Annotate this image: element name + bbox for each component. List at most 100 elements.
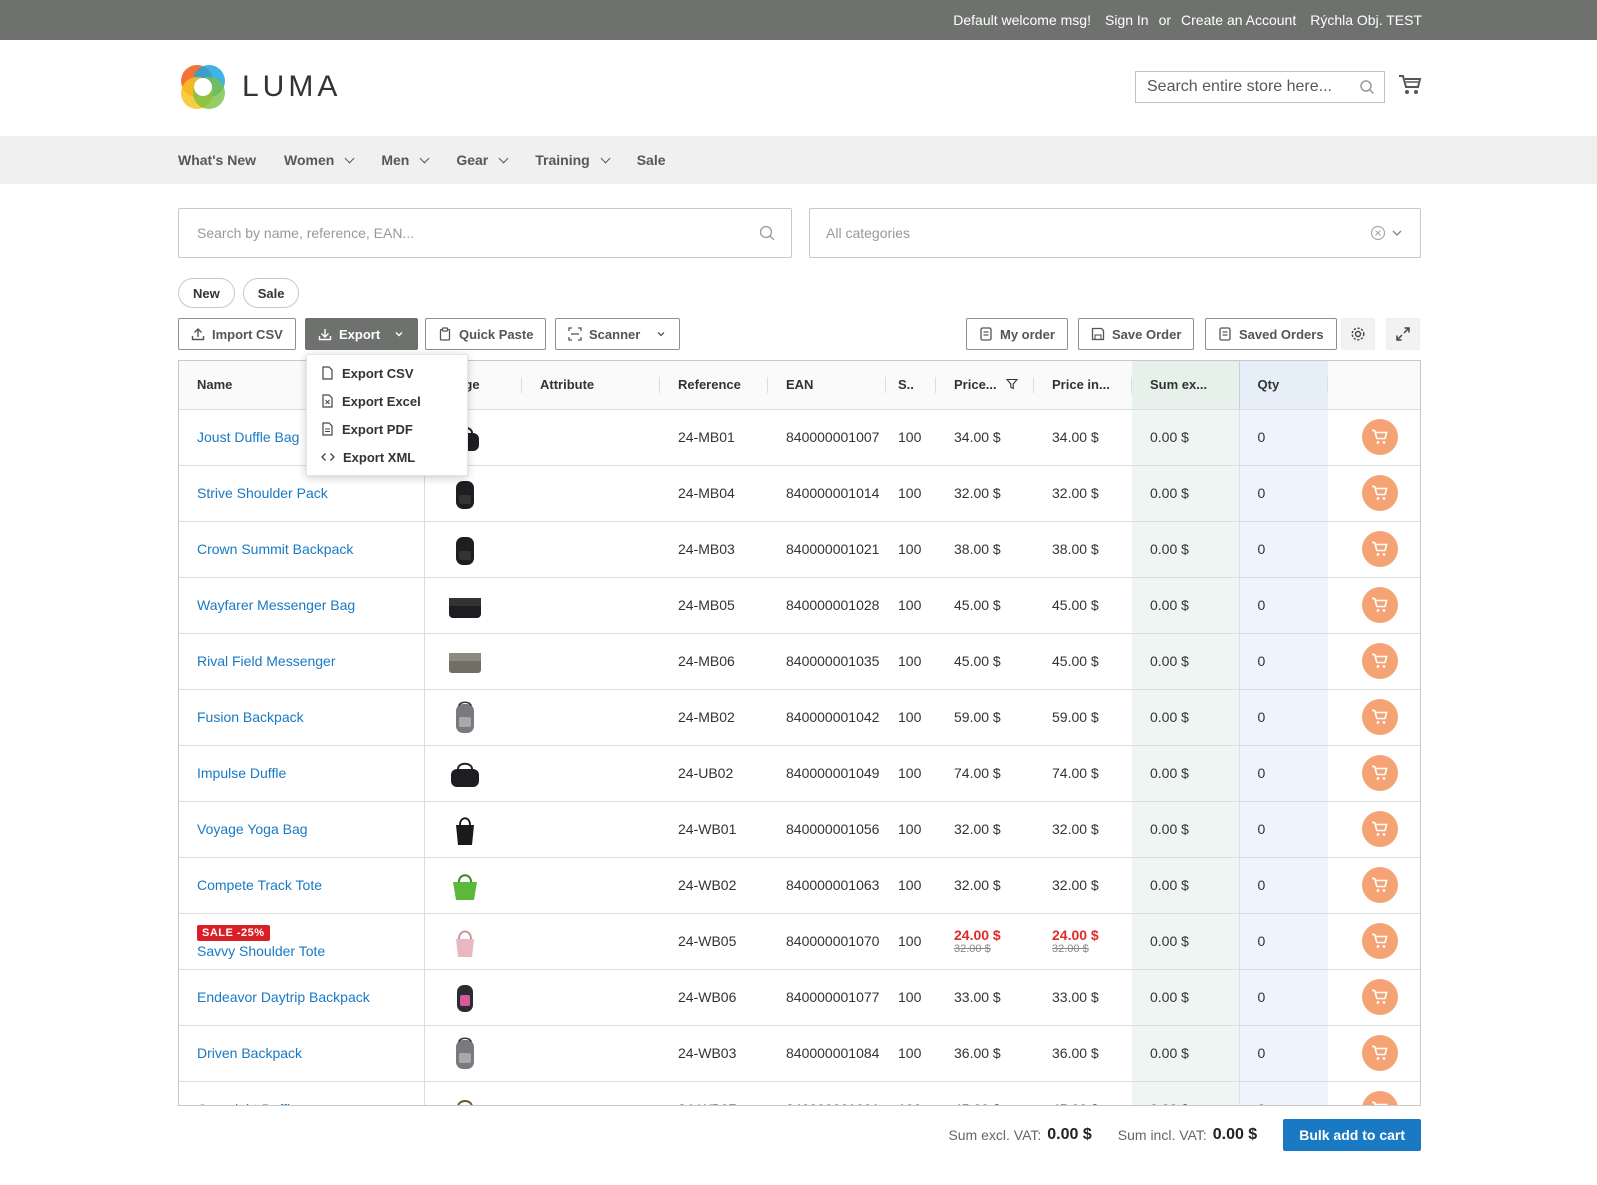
add-to-cart-button[interactable] bbox=[1362, 699, 1398, 735]
search-icon[interactable] bbox=[1359, 79, 1375, 95]
cell-stock: 100 bbox=[886, 521, 936, 578]
product-image[interactable] bbox=[445, 529, 485, 569]
add-to-cart-button[interactable] bbox=[1362, 531, 1398, 567]
col-price-incl[interactable]: Price in... bbox=[1034, 361, 1132, 410]
quick-order-link[interactable]: Rýchla Obj. TEST bbox=[1310, 12, 1422, 28]
add-to-cart-button[interactable] bbox=[1362, 587, 1398, 623]
saved-orders-button[interactable]: Saved Orders bbox=[1205, 318, 1337, 350]
add-to-cart-button[interactable] bbox=[1362, 867, 1398, 903]
product-name-link[interactable]: Impulse Duffle bbox=[197, 765, 286, 781]
cell-attribute bbox=[522, 801, 660, 858]
qty-input[interactable]: 0 bbox=[1238, 689, 1328, 746]
my-order-button[interactable]: My order bbox=[966, 318, 1068, 350]
product-image[interactable] bbox=[445, 641, 485, 681]
add-to-cart-button[interactable] bbox=[1362, 643, 1398, 679]
qty-input[interactable]: 0 bbox=[1238, 969, 1328, 1026]
save-order-button[interactable]: Save Order bbox=[1078, 318, 1195, 350]
search-icon[interactable] bbox=[759, 225, 775, 241]
qty-input[interactable]: 0 bbox=[1238, 913, 1328, 970]
product-image[interactable] bbox=[445, 865, 485, 905]
product-name-link[interactable]: Compete Track Tote bbox=[197, 877, 322, 893]
qty-input[interactable]: 0 bbox=[1238, 633, 1328, 690]
product-image[interactable] bbox=[445, 921, 485, 961]
col-qty[interactable]: Qty bbox=[1238, 361, 1328, 410]
col-ean[interactable]: EAN bbox=[768, 361, 886, 410]
pill-new[interactable]: New bbox=[178, 278, 235, 308]
cell-price-incl: 38.00 $ bbox=[1034, 521, 1132, 578]
price-excl: 33.00 $ bbox=[954, 989, 1001, 1005]
qty-input[interactable]: 0 bbox=[1238, 521, 1328, 578]
create-account-link[interactable]: Create an Account bbox=[1181, 12, 1296, 28]
export-pdf-item[interactable]: Export PDF bbox=[307, 415, 467, 443]
col-sum-excl[interactable]: Sum ex... bbox=[1132, 361, 1239, 410]
product-image[interactable] bbox=[445, 977, 485, 1017]
qty-input[interactable]: 0 bbox=[1238, 1081, 1328, 1105]
fullscreen-button[interactable] bbox=[1386, 318, 1420, 350]
qty-input[interactable]: 0 bbox=[1238, 801, 1328, 858]
qty-input[interactable]: 0 bbox=[1238, 857, 1328, 914]
filter-icon[interactable] bbox=[1006, 378, 1019, 390]
product-search-input[interactable] bbox=[195, 224, 759, 242]
product-name-link[interactable]: Wayfarer Messenger Bag bbox=[197, 597, 355, 613]
col-attribute[interactable]: Attribute bbox=[522, 361, 660, 410]
product-name-link[interactable]: Fusion Backpack bbox=[197, 709, 304, 725]
nav-whats-new[interactable]: What's New bbox=[178, 152, 256, 168]
nav-sale[interactable]: Sale bbox=[637, 152, 666, 168]
col-stock[interactable]: S.. bbox=[886, 361, 936, 410]
settings-button[interactable] bbox=[1341, 318, 1375, 350]
logo[interactable]: LUMA bbox=[178, 62, 341, 112]
qty-input[interactable]: 0 bbox=[1238, 465, 1328, 522]
bulk-add-to-cart-button[interactable]: Bulk add to cart bbox=[1283, 1119, 1421, 1151]
add-to-cart-button[interactable] bbox=[1362, 1035, 1398, 1071]
product-image[interactable] bbox=[445, 473, 485, 513]
import-csv-button[interactable]: Import CSV bbox=[178, 318, 296, 350]
product-name-link[interactable]: Savvy Shoulder Tote bbox=[197, 943, 325, 959]
export-xml-item[interactable]: Export XML bbox=[307, 443, 467, 471]
add-to-cart-button[interactable] bbox=[1362, 811, 1398, 847]
col-reference[interactable]: Reference bbox=[660, 361, 768, 410]
pill-sale[interactable]: Sale bbox=[242, 278, 300, 308]
sign-in-link[interactable]: Sign In bbox=[1105, 12, 1149, 28]
export-csv-item[interactable]: Export CSV bbox=[307, 359, 467, 387]
export-excel-item[interactable]: Export Excel bbox=[307, 387, 467, 415]
store-search-input[interactable] bbox=[1145, 77, 1359, 97]
product-name-link[interactable]: Crown Summit Backpack bbox=[197, 541, 353, 557]
product-name-link[interactable]: Endeavor Daytrip Backpack bbox=[197, 989, 370, 1005]
product-name-link[interactable]: Driven Backpack bbox=[197, 1045, 302, 1061]
product-image[interactable] bbox=[445, 1033, 485, 1073]
add-to-cart-button[interactable] bbox=[1362, 475, 1398, 511]
product-image[interactable] bbox=[445, 809, 485, 849]
product-image[interactable] bbox=[445, 697, 485, 737]
qty-input[interactable]: 0 bbox=[1238, 577, 1328, 634]
cell-sum-excl: 0.00 $ bbox=[1132, 465, 1239, 522]
product-image[interactable] bbox=[445, 1089, 485, 1106]
sale-badge: SALE -25% bbox=[197, 925, 270, 941]
product-name-link[interactable]: Overnight Duffle bbox=[197, 1101, 298, 1105]
nav-gear[interactable]: Gear bbox=[456, 152, 509, 168]
product-image[interactable] bbox=[445, 753, 485, 793]
qty-input[interactable]: 0 bbox=[1238, 409, 1328, 466]
export-button[interactable]: Export bbox=[305, 318, 419, 350]
product-image[interactable] bbox=[445, 585, 485, 625]
col-price-excl[interactable]: Price... bbox=[936, 361, 1034, 410]
minicart[interactable] bbox=[1398, 74, 1422, 99]
category-select[interactable]: All categories bbox=[809, 208, 1421, 258]
add-to-cart-button[interactable] bbox=[1362, 923, 1398, 959]
clear-icon[interactable] bbox=[1370, 225, 1386, 241]
product-name-link[interactable]: Strive Shoulder Pack bbox=[197, 485, 328, 501]
nav-women[interactable]: Women bbox=[284, 152, 355, 168]
product-name-link[interactable]: Voyage Yoga Bag bbox=[197, 821, 308, 837]
add-to-cart-button[interactable] bbox=[1362, 755, 1398, 791]
product-name-link[interactable]: Rival Field Messenger bbox=[197, 653, 336, 669]
nav-training[interactable]: Training bbox=[535, 152, 611, 168]
add-to-cart-button[interactable] bbox=[1362, 419, 1398, 455]
product-name-link[interactable]: Joust Duffle Bag bbox=[197, 429, 299, 445]
qty-input[interactable]: 0 bbox=[1238, 745, 1328, 802]
qty-input[interactable]: 0 bbox=[1238, 1025, 1328, 1082]
nav-men[interactable]: Men bbox=[381, 152, 430, 168]
cell-price-excl: 74.00 $ bbox=[936, 745, 1034, 802]
scanner-button[interactable]: Scanner bbox=[555, 318, 681, 350]
quick-paste-button[interactable]: Quick Paste bbox=[425, 318, 547, 350]
add-to-cart-button[interactable] bbox=[1362, 979, 1398, 1015]
add-to-cart-button[interactable] bbox=[1362, 1091, 1398, 1105]
